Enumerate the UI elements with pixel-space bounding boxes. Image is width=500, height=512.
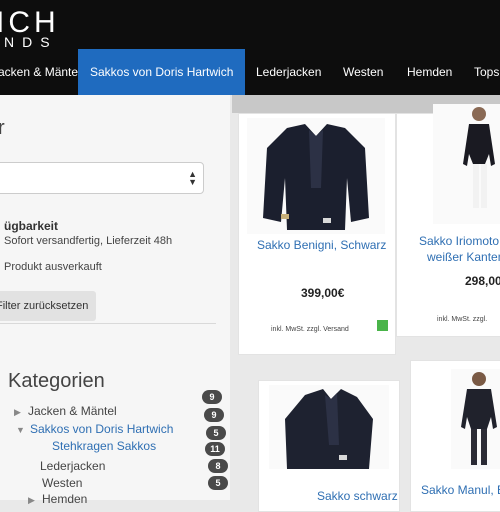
select-arrows-icon: ▲ ▼ (188, 169, 197, 187)
nav-item-sakkos[interactable]: Sakkos von Doris Hartwich (78, 49, 246, 95)
category-count-badge: 9 (202, 390, 222, 404)
category-stehkragen[interactable]: Stehkragen Sakkos (52, 439, 156, 453)
category-count-badge: 9 (204, 408, 224, 422)
nav-item-tops[interactable]: Tops (474, 49, 499, 95)
category-jacken-maentel[interactable]: ▶ Jacken & Mäntel (14, 404, 117, 418)
site-header: ICH NDS acken & Mäntel Sakkos von Doris … (0, 0, 500, 95)
filter-heading: r (0, 117, 5, 139)
caret-down-icon: ▼ (16, 425, 25, 435)
in-stock-icon (377, 320, 388, 331)
nav-item-lederjacken[interactable]: Lederjacken (256, 49, 321, 95)
category-label: Lederjacken (40, 459, 106, 473)
product-title[interactable]: Sakko Manul, Br (421, 483, 500, 497)
product-card[interactable]: Sakko Iriomoto, weißer Kanten 298,00 ink… (396, 104, 500, 337)
category-lederjacken[interactable]: Lederjacken (40, 459, 105, 473)
nav-item-hemden[interactable]: Hemden (407, 49, 452, 95)
category-label: Westen (42, 476, 83, 490)
availability-label: ügbarkeit (4, 219, 59, 233)
product-image[interactable] (433, 104, 500, 224)
category-sakkos[interactable]: ▼ Sakkos von Doris Hartwich (16, 422, 173, 436)
nav-item-jacken-maentel[interactable]: acken & Mäntel (0, 49, 81, 95)
category-count-badge: 5 (208, 476, 228, 490)
sort-select[interactable]: ▲ ▼ (0, 162, 204, 194)
category-count-badge: 11 (205, 442, 225, 456)
model-image-icon (461, 372, 497, 465)
filter-option-in-stock[interactable]: Sofort versandfertig, Lieferzeit 48h (4, 235, 172, 247)
caret-right-icon: ▶ (14, 407, 21, 417)
product-title[interactable]: Sakko Iriomoto, (419, 234, 500, 248)
product-card[interactable]: Sakko Manul, Br (410, 360, 500, 512)
logo-subtitle: NDS (4, 34, 58, 50)
product-price: 399,00€ (301, 286, 345, 300)
product-card[interactable]: Sakko Benigni, Schwarz 399,00€ inkl. MwS… (238, 113, 396, 355)
divider (0, 323, 216, 324)
category-count-badge: 5 (206, 426, 226, 440)
category-count-badge: 8 (208, 459, 228, 473)
product-title-line2[interactable]: weißer Kanten (427, 250, 500, 264)
product-tax-note: inkl. MwSt. zzgl. Versand (271, 326, 349, 333)
reset-filter-button[interactable]: Filter zurücksetzen (0, 291, 96, 321)
category-label: Sakkos von Doris Hartwich (30, 422, 174, 436)
product-card[interactable]: Sakko schwarz (258, 380, 400, 512)
category-westen[interactable]: Westen (42, 476, 82, 490)
jacket-image-icon (263, 124, 369, 230)
categories-heading: Kategorien (8, 370, 105, 392)
filter-option-sold-out[interactable]: Produkt ausverkauft (4, 261, 102, 273)
category-label: Stehkragen Sakkos (52, 439, 157, 453)
product-image[interactable] (247, 118, 385, 234)
category-label: Hemden (42, 492, 88, 506)
model-image-icon (463, 107, 495, 208)
product-image[interactable] (269, 385, 389, 469)
product-title[interactable]: Sakko Benigni, Schwarz (257, 238, 386, 252)
nav-item-westen[interactable]: Westen (343, 49, 383, 95)
product-tax-note: inkl. MwSt. zzgl. (437, 316, 488, 323)
product-image[interactable] (451, 369, 500, 469)
caret-right-icon: ▶ (28, 495, 35, 505)
product-price: 298,00 (465, 274, 500, 288)
category-label: Jacken & Mäntel (28, 404, 117, 418)
main-nav: acken & Mäntel Sakkos von Doris Hartwich… (0, 49, 500, 95)
jacket-image-icon (285, 389, 373, 469)
category-hemden[interactable]: ▶ Hemden (28, 492, 87, 506)
product-title[interactable]: Sakko schwarz (317, 489, 398, 503)
